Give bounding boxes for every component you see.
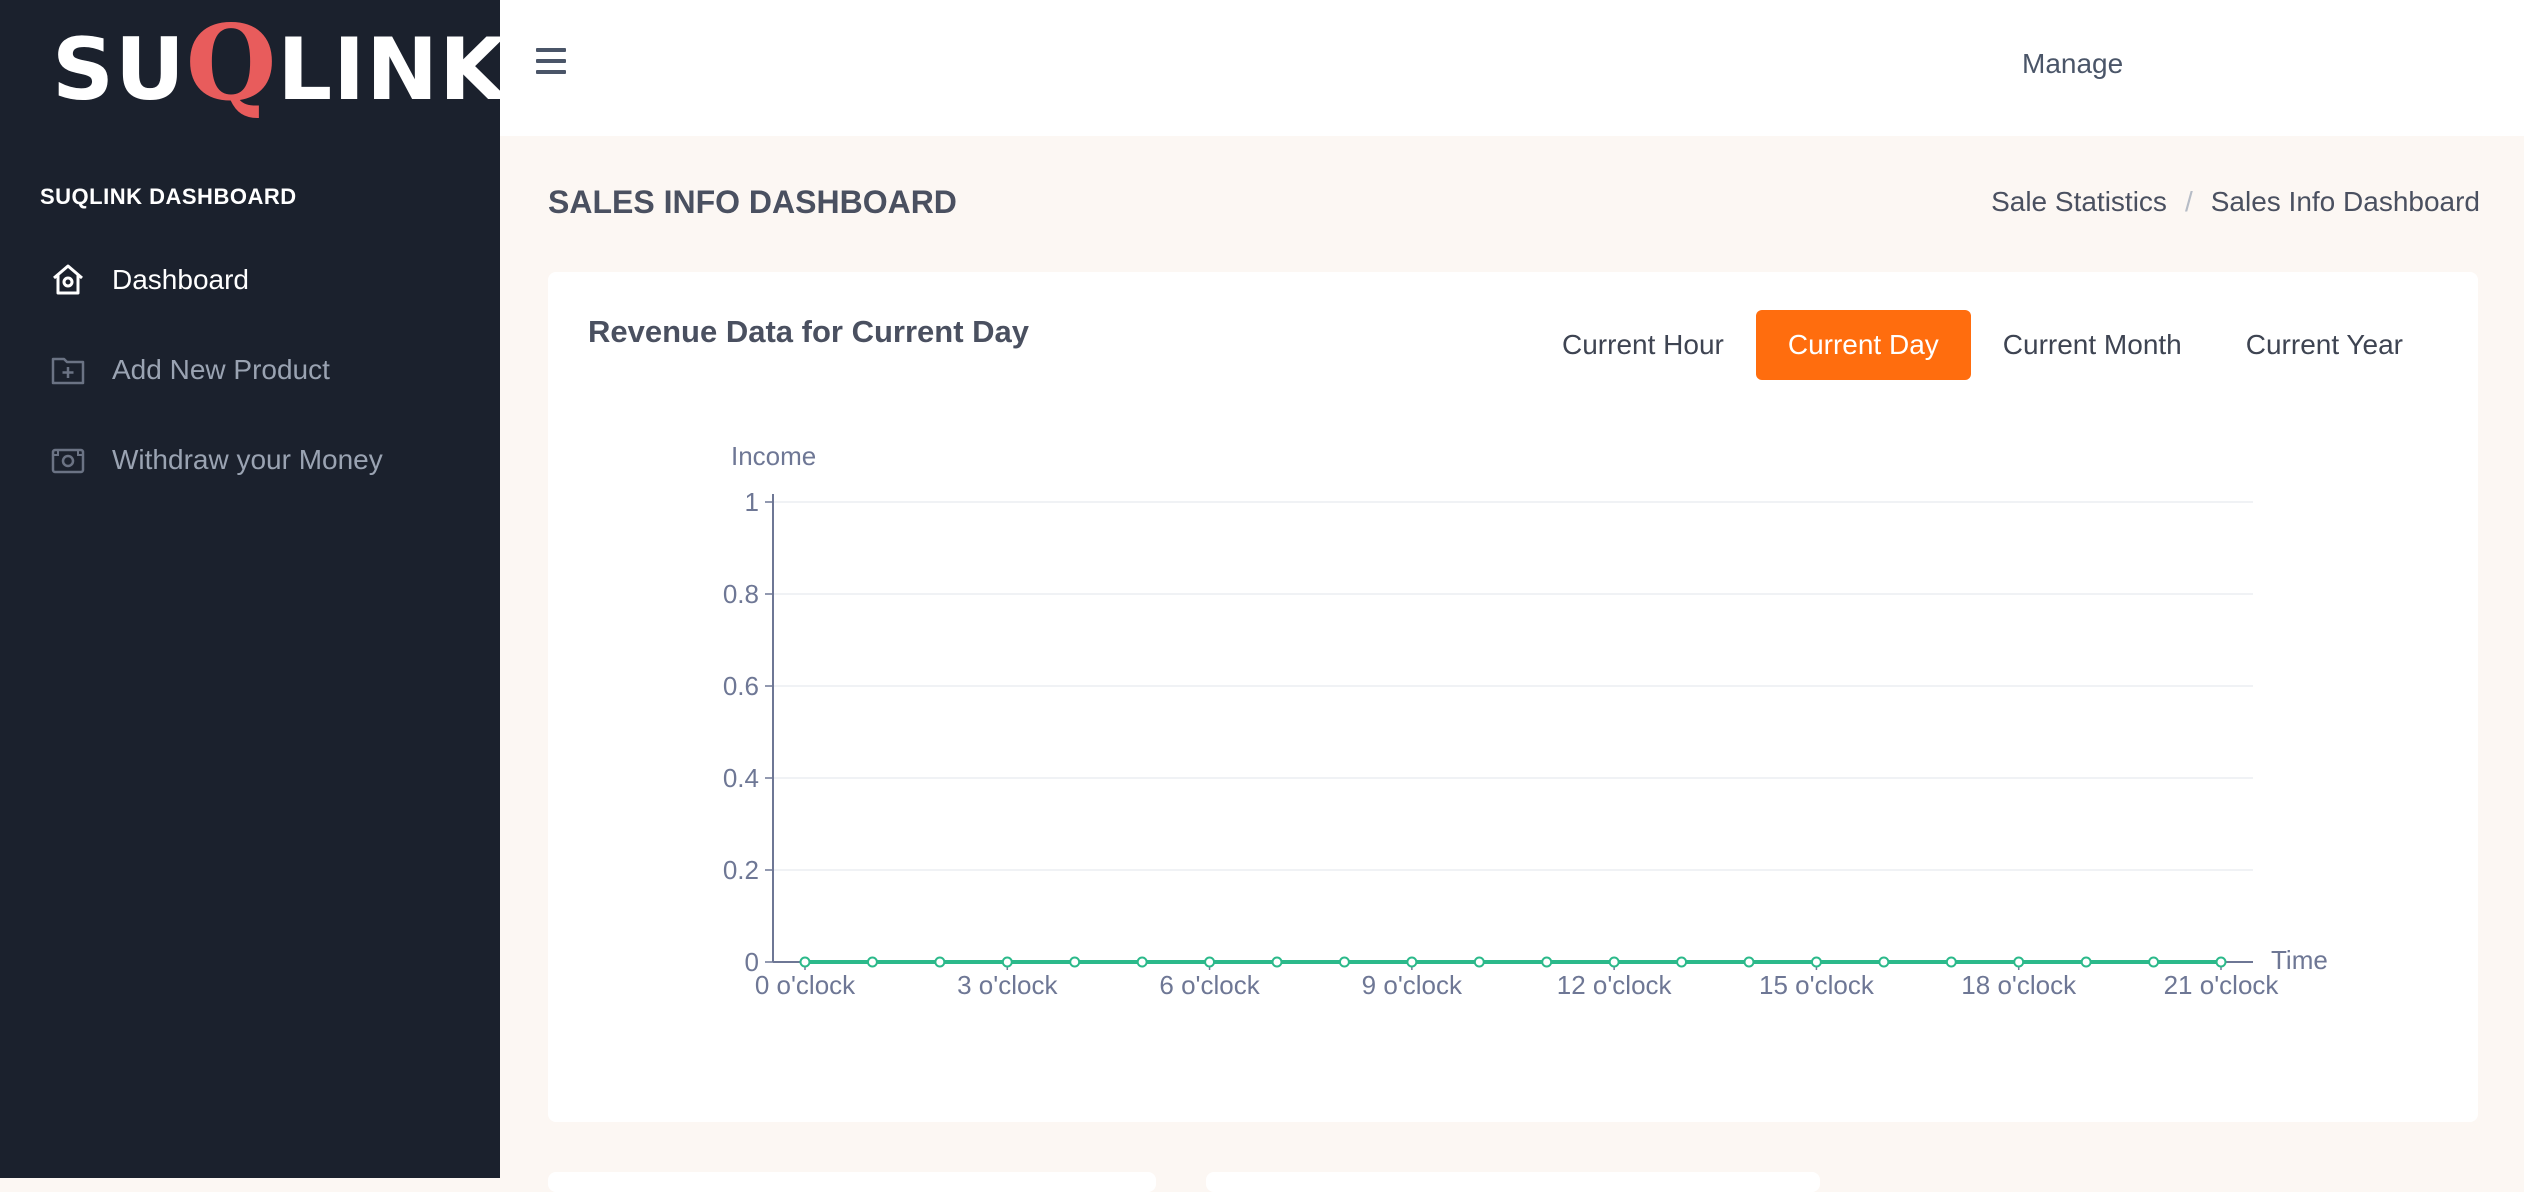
breadcrumb: Sale Statistics / Sales Info Dashboard bbox=[1991, 186, 2480, 218]
bottom-card-left bbox=[548, 1172, 1156, 1192]
data-point bbox=[1406, 956, 1418, 968]
data-point bbox=[1001, 956, 1013, 968]
breadcrumb-current: Sales Info Dashboard bbox=[2210, 186, 2480, 217]
revenue-card: Revenue Data for Current Day Current Hou… bbox=[548, 272, 2478, 1122]
data-point bbox=[1743, 956, 1755, 968]
data-point bbox=[1271, 956, 1283, 968]
data-point bbox=[1136, 956, 1148, 968]
y-tick-label: 0.4 bbox=[723, 763, 759, 793]
folder-plus-icon bbox=[48, 350, 88, 390]
data-point bbox=[2013, 956, 2025, 968]
sidebar: SUQLINK SUQLINK DASHBOARD Dashboard Add … bbox=[0, 0, 506, 1178]
revenue-line-chart: 00.20.40.60.81IncomeTime0 o'clock 3 o'clo… bbox=[723, 441, 2328, 1000]
data-point bbox=[2215, 956, 2227, 968]
logo-text-left: SU bbox=[52, 20, 186, 120]
y-tick-label: 1 bbox=[745, 487, 759, 517]
bottom-card-right bbox=[1206, 1172, 1820, 1192]
x-tick-label: 15 o'clock bbox=[1759, 970, 1875, 1000]
breadcrumb-link-sale-statistics[interactable]: Sale Statistics bbox=[1991, 186, 2167, 218]
sidebar-item-label: Add New Product bbox=[112, 354, 330, 385]
x-axis-title: Time bbox=[2271, 945, 2328, 975]
sidebar-item-label: Withdraw your Money bbox=[112, 444, 383, 475]
hamburger-menu-icon[interactable] bbox=[536, 48, 566, 78]
data-point bbox=[799, 956, 811, 968]
data-point bbox=[934, 956, 946, 968]
sidebar-item-withdraw[interactable]: Withdraw your Money bbox=[48, 435, 488, 485]
sidebar-item-add-product[interactable]: Add New Product bbox=[48, 345, 488, 395]
x-tick-label: 18 o'clock bbox=[1961, 970, 2077, 1000]
logo-text-right: LINK bbox=[277, 20, 507, 120]
sidebar-item-dashboard[interactable]: Dashboard bbox=[48, 255, 488, 305]
x-tick-label: 9 o'clock bbox=[1362, 970, 1463, 1000]
page-title: SALES INFO DASHBOARD bbox=[548, 184, 957, 220]
data-point bbox=[1945, 956, 1957, 968]
data-point bbox=[1810, 956, 1822, 968]
manage-menu[interactable]: Manage bbox=[2022, 48, 2123, 80]
data-point bbox=[1338, 956, 1350, 968]
x-tick-label: 0 o'clock bbox=[755, 970, 856, 1000]
top-bar: Manage bbox=[500, 0, 2524, 136]
data-point bbox=[2148, 956, 2160, 968]
data-point bbox=[1204, 956, 1216, 968]
breadcrumb-separator: / bbox=[2184, 186, 2193, 217]
data-point bbox=[1541, 956, 1553, 968]
home-icon bbox=[48, 260, 88, 300]
x-tick-label: 6 o'clock bbox=[1159, 970, 1260, 1000]
data-point bbox=[1676, 956, 1688, 968]
money-icon bbox=[48, 440, 88, 480]
y-tick-label: 0.2 bbox=[723, 855, 759, 885]
x-tick-label: 21 o'clock bbox=[2164, 970, 2280, 1000]
data-point bbox=[1473, 956, 1485, 968]
brand-logo[interactable]: SUQLINK bbox=[52, 8, 506, 121]
sidebar-item-label: Dashboard bbox=[112, 264, 249, 295]
logo-text-q: Q bbox=[185, 1, 278, 124]
y-tick-label: 0.6 bbox=[723, 671, 759, 701]
sidebar-heading: SUQLINK DASHBOARD bbox=[40, 184, 297, 209]
y-tick-label: 0.8 bbox=[723, 579, 759, 609]
data-point bbox=[1878, 956, 1890, 968]
data-point bbox=[1608, 956, 1620, 968]
data-point bbox=[866, 956, 878, 968]
data-point bbox=[1069, 956, 1081, 968]
x-tick-label: 3 o'clock bbox=[957, 970, 1058, 1000]
x-tick-label: 12 o'clock bbox=[1557, 970, 1673, 1000]
data-point bbox=[2080, 956, 2092, 968]
y-axis-title: Income bbox=[731, 441, 816, 471]
